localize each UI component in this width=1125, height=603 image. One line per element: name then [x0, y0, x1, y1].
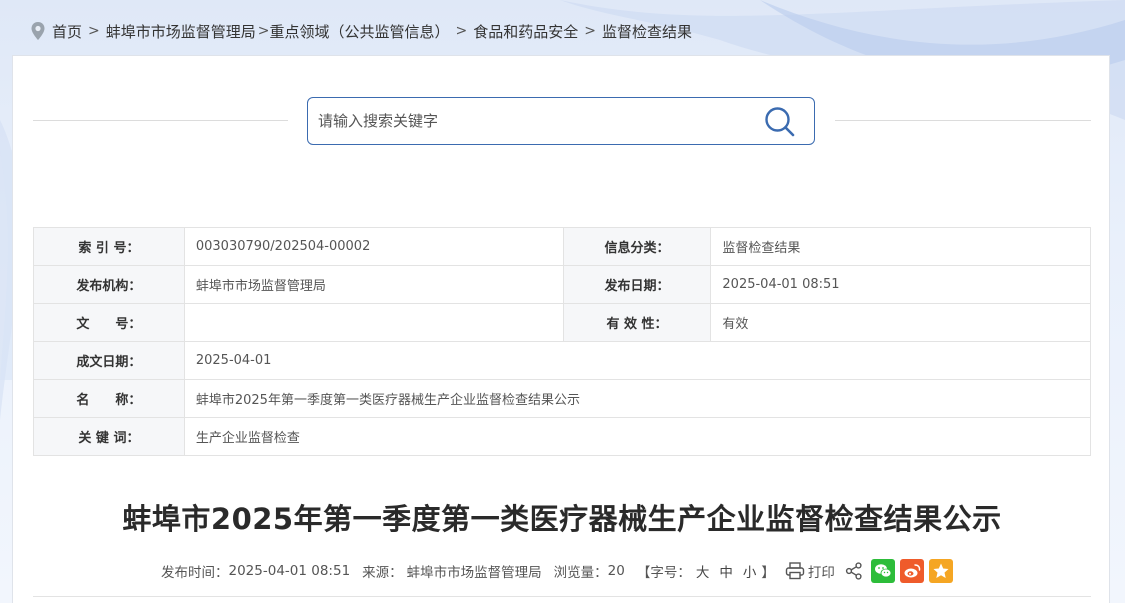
index-number-value: 003030790/202504-00002: [183, 227, 564, 266]
font-size-suffix: 】: [761, 565, 775, 581]
search-icon: [765, 107, 795, 137]
table-row: 文 号： 有 效 性： 有效: [33, 303, 1091, 342]
publisher-value: 蚌埠市市场监督管理局: [183, 265, 564, 304]
search-divider-left: [33, 120, 288, 121]
weibo-share-button[interactable]: [899, 559, 924, 583]
written-date-value: 2025-04-01: [183, 341, 1092, 380]
weibo-icon: [904, 564, 921, 578]
breadcrumb: 首页 > 蚌埠市市场监督管理局 > 重点领域（公共监管信息） > 食品和药品安全…: [30, 18, 692, 44]
search-input[interactable]: [308, 98, 748, 144]
document-number-value: [183, 303, 564, 342]
print-button[interactable]: 打印: [785, 561, 835, 581]
content-card: 索 引 号： 003030790/202504-00002 信息分类： 监督检查…: [12, 55, 1110, 603]
keywords-label: 关 键 词：: [33, 417, 185, 456]
location-pin-icon: [31, 22, 45, 40]
publisher-label: 发布机构：: [33, 265, 185, 304]
breadcrumb-link-inspection-results[interactable]: 监督检查结果: [602, 21, 692, 42]
source-value: 蚌埠市市场监督管理局: [406, 565, 542, 581]
share-icon: [845, 562, 862, 580]
breadcrumb-separator: >: [257, 23, 270, 39]
favorite-button[interactable]: [928, 559, 953, 583]
breadcrumb-link-food-drug-safety[interactable]: 食品和药品安全: [473, 21, 578, 42]
view-count-value: 20: [607, 563, 625, 579]
written-date-label: 成文日期：: [33, 341, 185, 380]
breadcrumb-home-link[interactable]: 首页: [52, 21, 82, 42]
breadcrumb-link-key-areas[interactable]: 重点领域（公共监管信息）: [270, 21, 450, 42]
table-row: 名 称： 蚌埠市2025年第一季度第一类医疗器械生产企业监督检查结果公示: [33, 379, 1092, 418]
article-info-bar: 发布时间： 2025-04-01 08:51 来源： 蚌埠市市场监督管理局 浏览…: [161, 558, 953, 584]
breadcrumb-separator: >: [584, 23, 596, 39]
metadata-table: 索 引 号： 003030790/202504-00002 信息分类： 监督检查…: [33, 227, 1092, 456]
search-divider-right: [835, 120, 1091, 121]
publish-time-value: 2025-04-01 08:51: [228, 563, 351, 579]
table-row: 索 引 号： 003030790/202504-00002 信息分类： 监督检查…: [33, 227, 1091, 266]
document-name-label: 名 称：: [33, 379, 185, 418]
validity-label: 有 效 性：: [562, 303, 712, 342]
font-size-prefix: 【字号：: [636, 565, 691, 581]
publish-date-label: 发布日期：: [562, 265, 712, 304]
font-size-small-button[interactable]: 小: [743, 561, 757, 581]
publish-date-value: 2025-04-01 08:51: [710, 265, 1091, 304]
table-row: 成文日期： 2025-04-01: [33, 341, 1092, 380]
share-button[interactable]: [845, 562, 863, 580]
printer-icon: [785, 562, 805, 580]
content-divider: [33, 596, 1091, 597]
breadcrumb-link-bureau[interactable]: 蚌埠市市场监督管理局: [106, 21, 256, 42]
index-number-label: 索 引 号：: [33, 227, 185, 266]
document-number-label: 文 号：: [33, 303, 185, 342]
table-row: 发布机构： 蚌埠市市场监督管理局 发布日期： 2025-04-01 08:51: [33, 265, 1091, 304]
keywords-value: 生产企业监督检查: [183, 417, 1092, 456]
breadcrumb-separator: >: [455, 23, 468, 39]
publish-time-label: 发布时间：: [161, 565, 229, 581]
search-box: [307, 97, 815, 145]
search-button[interactable]: [764, 106, 796, 138]
article-title: 蚌埠市2025年第一季度第一类医疗器械生产企业监督检查结果公示: [122, 502, 1002, 536]
view-count-label: 浏览量：: [553, 565, 608, 581]
font-size-medium-button[interactable]: 中: [719, 561, 733, 581]
info-category-label: 信息分类：: [562, 227, 712, 266]
breadcrumb-separator: >: [88, 23, 100, 39]
font-size-large-button[interactable]: 大: [696, 561, 710, 581]
document-name-value: 蚌埠市2025年第一季度第一类医疗器械生产企业监督检查结果公示: [183, 379, 1092, 418]
validity-value: 有效: [710, 303, 1091, 342]
wechat-icon: [874, 564, 892, 578]
info-category-value: 监督检查结果: [710, 227, 1091, 266]
print-label: 打印: [807, 565, 835, 581]
source-label: 来源：: [362, 565, 403, 581]
star-icon: [933, 563, 949, 578]
wechat-share-button[interactable]: [870, 559, 895, 583]
table-row: 关 键 词： 生产企业监督检查: [33, 417, 1092, 456]
